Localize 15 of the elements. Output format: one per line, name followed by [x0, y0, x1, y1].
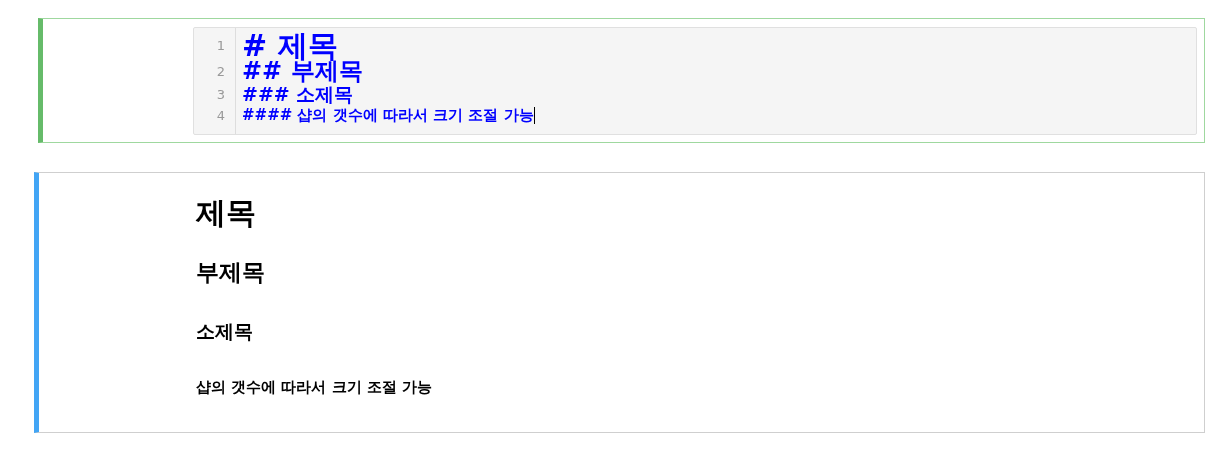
heading: 소제목 — [196, 320, 253, 342]
heading: 제목 — [196, 195, 256, 230]
rendered-cell[interactable]: 제목 부제목 소제목 샵의 갯수에 따라서 크기 조절 가능 — [34, 172, 1205, 433]
line-number: 1 — [216, 38, 226, 53]
code-editor[interactable]: 1 2 3 4 # 제목 ## 부제목 ### 소제목 #### 샵의 갯수에 따라서 크기 조절 가능 — [193, 27, 1197, 135]
line-number: 4 — [216, 108, 226, 123]
code-line: ## 부제목 — [242, 59, 363, 84]
line-number: 3 — [216, 87, 226, 102]
heading: 샵의 갯수에 따라서 크기 조절 가능 — [196, 378, 433, 396]
editor-cell[interactable]: 1 2 3 4 # 제목 ## 부제목 ### 소제목 #### 샵의 갯수에 따라서 크기 조절 가능 — [38, 18, 1205, 143]
code-line: #### 샵의 갯수에 따라서 크기 조절 가능 — [242, 105, 534, 126]
heading: 부제목 — [196, 259, 265, 285]
code-line: ### 소제목 — [242, 84, 354, 105]
code-line: # 제목 — [242, 32, 338, 59]
line-number: 2 — [216, 64, 226, 79]
